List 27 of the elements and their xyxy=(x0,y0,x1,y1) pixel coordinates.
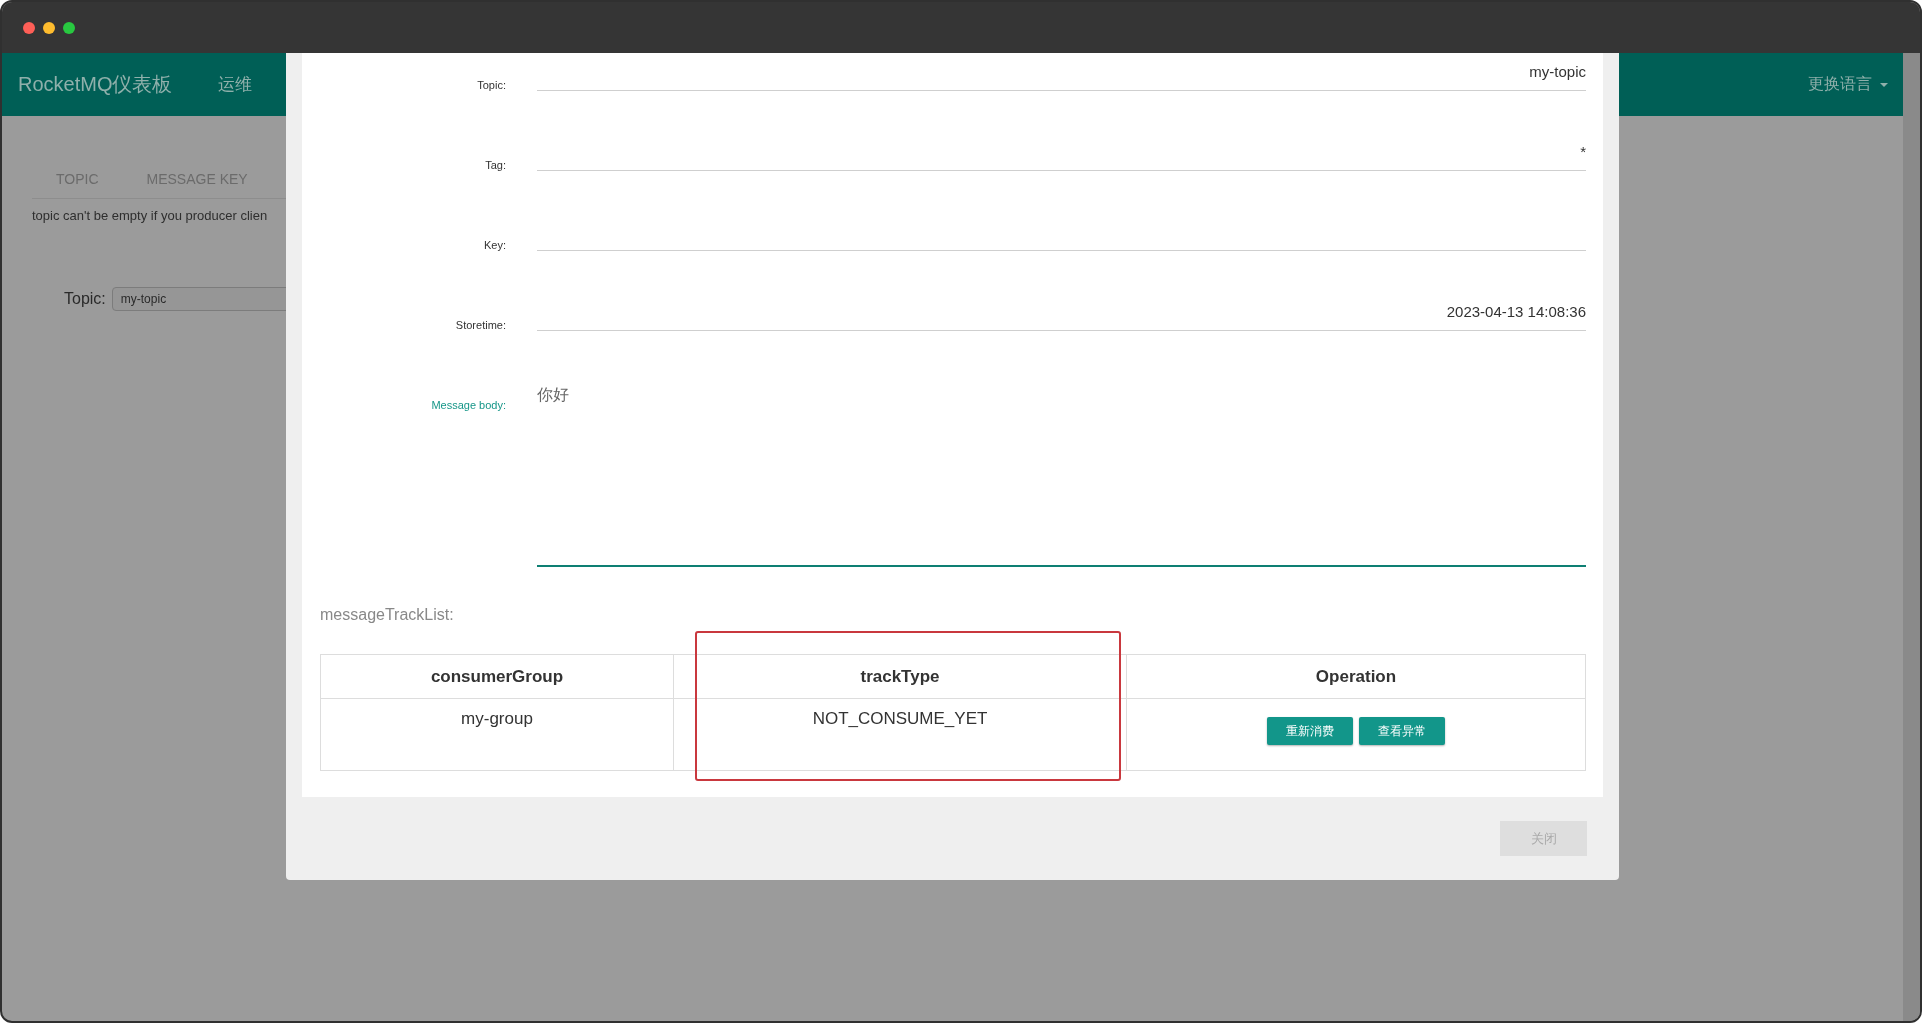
window-control-button[interactable] xyxy=(43,21,55,34)
caret-icon xyxy=(1880,82,1888,87)
field-value[interactable]: * xyxy=(537,133,1586,171)
table-cell: NOT_CONSUME_YET xyxy=(673,698,1127,771)
window-control-button[interactable] xyxy=(23,21,35,34)
message-body-field[interactable]: 你好 xyxy=(537,373,1586,567)
section-title: messageTrackList: xyxy=(320,606,455,624)
column-header: Operation xyxy=(1126,654,1586,699)
field-label: Key: xyxy=(483,238,506,253)
window-control-button[interactable] xyxy=(63,21,75,34)
field-value[interactable]: my-topic xyxy=(537,53,1586,91)
column-header: trackType xyxy=(673,654,1127,699)
field-label: Topic: xyxy=(476,78,506,93)
action-button[interactable]: 重新消费 xyxy=(1267,717,1353,745)
topic-label: Topic: xyxy=(64,290,106,308)
nav-item[interactable]: 运维 xyxy=(218,73,253,96)
table-cell: my-group xyxy=(320,698,674,771)
field-label: Storetime: xyxy=(454,318,506,333)
scrollbar[interactable] xyxy=(1903,53,1920,1021)
action-button[interactable]: 查看异常 xyxy=(1359,717,1445,745)
hint-text: topic can't be empty if you producer clien xyxy=(32,208,269,223)
field-label: Tag: xyxy=(484,158,506,173)
field-label: Message body: xyxy=(430,398,506,413)
field-value[interactable]: 2023-04-13 14:08:36 xyxy=(537,293,1586,331)
language-menu[interactable]: 更换语言 xyxy=(1808,74,1888,95)
brand-logo[interactable]: RocketMQ仪表板 xyxy=(18,71,173,98)
column-header: consumerGroup xyxy=(320,654,674,699)
